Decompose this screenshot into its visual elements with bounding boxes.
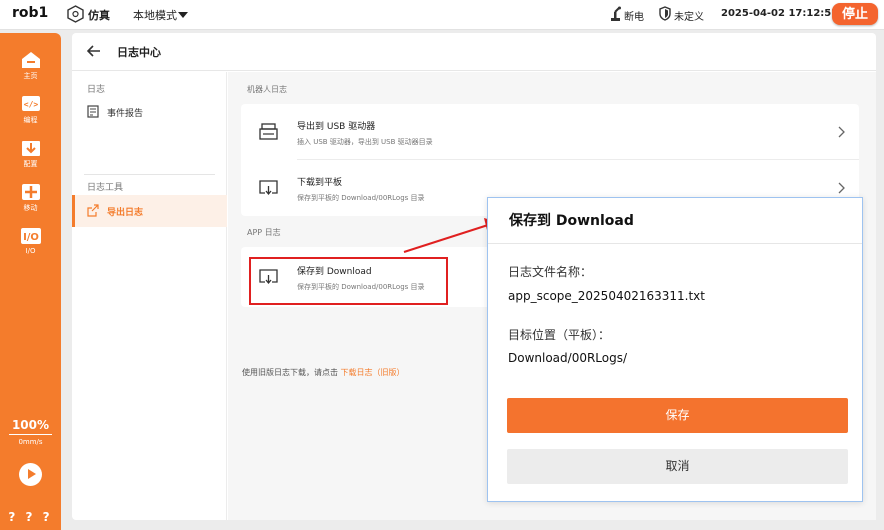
- nav-item-move[interactable]: 移动: [0, 182, 61, 213]
- save-dialog: 保存到 Download 日志文件名称： app_scope_202504021…: [487, 197, 863, 502]
- legacy-download-link[interactable]: 下载日志（旧版）: [341, 368, 405, 377]
- nav-item-io[interactable]: I/O I/O: [0, 226, 61, 255]
- sim-mode-label[interactable]: 仿真: [88, 7, 110, 23]
- export-usb-row[interactable]: 导出到 USB 驱动器 插入 USB 驱动器，导出到 USB 驱动器目录: [241, 104, 859, 160]
- row-title: 下载到平板: [297, 178, 343, 188]
- row-title: 导出到 USB 驱动器: [297, 122, 376, 132]
- dialog-divider: [488, 243, 862, 244]
- legacy-text: 使用旧版日志下载，请点击: [242, 368, 338, 377]
- side-item-event-report[interactable]: 事件报告: [72, 96, 227, 128]
- robot-name[interactable]: rob1: [12, 5, 48, 21]
- nav-label-io: I/O: [25, 247, 36, 255]
- caret-down-icon[interactable]: [178, 12, 188, 18]
- side-menu: 日志 事件报告 日志工具 导出日志: [72, 72, 227, 520]
- side-section-tools: 日志工具: [87, 183, 124, 193]
- power-status-label: 断电: [624, 12, 644, 23]
- stop-button[interactable]: 停止: [832, 3, 878, 25]
- io-icon: I/O: [20, 228, 41, 244]
- speed-unit: 0mm/s: [18, 438, 43, 446]
- safety-status-label: 未定义: [674, 12, 704, 23]
- play-button[interactable]: [19, 463, 42, 486]
- filename-value: app_scope_20250402163311.txt: [508, 289, 705, 303]
- shield-icon: [659, 6, 671, 21]
- speed-divider: [9, 434, 52, 435]
- svg-text:I/O: I/O: [23, 232, 39, 243]
- help-marks[interactable]: ? ? ?: [0, 510, 61, 524]
- speed-value[interactable]: 100%: [0, 418, 61, 432]
- annotation-highlight-box: [249, 257, 448, 305]
- nav-label-config: 配置: [23, 160, 38, 168]
- nav-item-home[interactable]: 主页: [0, 50, 61, 81]
- nav-label-move: 移动: [23, 204, 38, 212]
- side-divider: [84, 174, 215, 175]
- chevron-right-icon: [838, 126, 845, 138]
- export-icon: [87, 204, 99, 217]
- mode-dropdown-label[interactable]: 本地模式: [133, 7, 177, 23]
- app-logs-label: APP 日志: [247, 228, 281, 237]
- cancel-button[interactable]: 取消: [507, 449, 848, 484]
- nav-label-program: 编程: [23, 116, 38, 124]
- chevron-right-icon: [838, 182, 845, 194]
- save-button[interactable]: 保存: [507, 398, 848, 433]
- top-bar: rob1 仿真 本地模式 断电 未定义 2025-04-02 17:12:52 …: [0, 0, 884, 30]
- config-icon: [21, 141, 40, 156]
- home-icon: [21, 52, 40, 68]
- target-location-label: 目标位置（平板）：: [508, 328, 611, 342]
- datetime: 2025-04-02 17:12:52: [721, 8, 839, 19]
- row-subtitle: 插入 USB 驱动器，导出到 USB 驱动器目录: [297, 138, 433, 146]
- side-section-logs: 日志: [87, 85, 106, 95]
- nav-label-home: 主页: [23, 72, 38, 80]
- robot-logs-label: 机器人日志: [247, 85, 287, 94]
- dialog-title: 保存到 Download: [509, 213, 634, 229]
- nav-item-config[interactable]: 配置: [0, 138, 61, 169]
- page-header: 日志中心: [72, 33, 876, 71]
- nav-item-program[interactable]: </> 编程: [0, 94, 61, 125]
- side-item-label: 事件报告: [107, 109, 144, 119]
- row-subtitle: 保存到平板的 Download/00RLogs 目录: [297, 194, 425, 202]
- report-icon: [87, 105, 99, 118]
- side-item-label: 导出日志: [107, 208, 144, 218]
- code-icon: </>: [21, 96, 40, 111]
- svg-text:</>: </>: [23, 100, 38, 109]
- robot-arm-icon: [611, 6, 621, 21]
- filename-label: 日志文件名称：: [508, 265, 593, 279]
- legacy-download-hint: 使用旧版日志下载，请点击 下载日志（旧版）: [242, 367, 405, 378]
- page-title: 日志中心: [117, 46, 161, 59]
- sim-hexagon-icon: [67, 5, 84, 23]
- back-arrow-icon[interactable]: [87, 44, 101, 58]
- target-location-value: Download/00RLogs/: [508, 351, 628, 365]
- usb-drive-icon: [259, 123, 278, 140]
- move-icon: [21, 184, 40, 200]
- tablet-download-icon: [259, 180, 278, 196]
- side-item-export-logs[interactable]: 导出日志: [72, 195, 227, 227]
- left-nav: 主页 </> 编程 配置 移动 I/O I/O 100% 0mm/s ? ? ?: [0, 33, 61, 530]
